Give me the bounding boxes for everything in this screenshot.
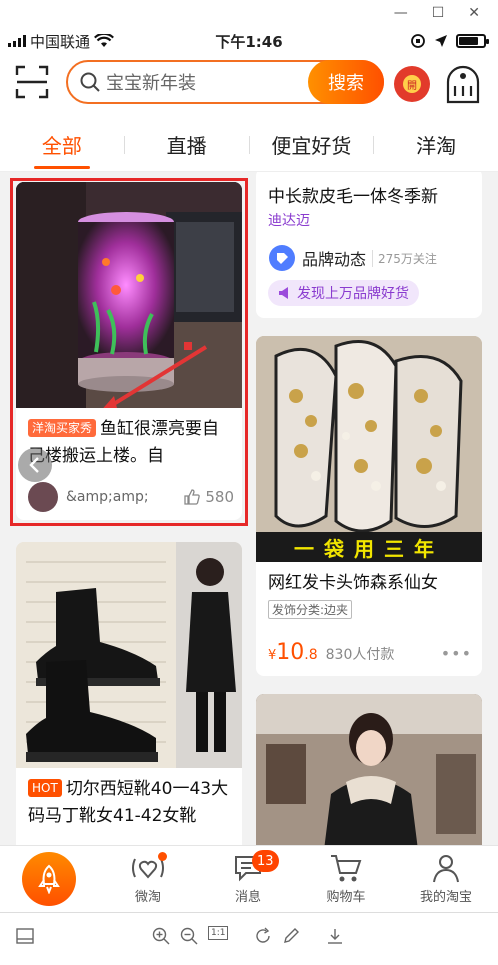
rotate-icon[interactable] xyxy=(254,927,272,945)
tab-cart[interactable]: 购物车 xyxy=(306,850,386,905)
tab-label: 微淘 xyxy=(134,890,161,905)
unread-badge: 13 xyxy=(252,850,279,872)
viewer-toolbar: 1:1 xyxy=(0,912,498,965)
brand-name[interactable]: 迪达迈 xyxy=(268,210,310,230)
tab-my-taobao[interactable]: 我的淘宝 xyxy=(406,850,486,905)
megaphone-icon xyxy=(279,287,288,299)
status-bar: 中国联通 下午1:46 xyxy=(0,26,498,56)
hot-tag: HOT xyxy=(28,779,62,797)
price-integer: 10 xyxy=(276,640,305,665)
bottom-tab-bar: 微淘 13 消息 购物车 我的淘宝 xyxy=(0,845,498,911)
channel-name: 品牌动态 xyxy=(302,250,367,269)
chevron-left-icon xyxy=(29,457,39,473)
feed: 洋淘买家秀 鱼缸很漂亮要自己楼搬运上楼。自 &amp;amp; 580 HOT … xyxy=(0,172,498,847)
boots-photo xyxy=(16,542,242,768)
notification-dot xyxy=(158,852,167,861)
tab-overseas[interactable]: 洋淘 xyxy=(374,118,498,171)
avatar[interactable] xyxy=(28,482,58,512)
tab-bargains[interactable]: 便宜好货 xyxy=(250,118,374,171)
rocket-home-button[interactable] xyxy=(22,852,76,906)
price-decimal: .8 xyxy=(304,647,318,663)
card-title: 网红发卡头饰森系仙女 xyxy=(268,573,438,593)
buyer-count: 830人付款 xyxy=(325,647,395,663)
window-controls: — ☐ ✕ xyxy=(0,0,498,26)
pencil-icon[interactable] xyxy=(282,927,300,945)
red-packet-label: 開 xyxy=(403,75,421,93)
aquarium-photo xyxy=(16,182,242,408)
minimize-icon[interactable]: — xyxy=(394,5,408,21)
search-icon xyxy=(80,72,100,92)
promo-text: 发现上万品牌好货 xyxy=(297,286,409,302)
category-tag: 发饰分类:边夹 xyxy=(268,600,353,619)
search-button[interactable]: 搜索 xyxy=(308,60,384,104)
product-card[interactable]: HOT 切尔西短靴40一43大码马丁靴女41-42女靴 xyxy=(16,542,242,847)
product-card[interactable] xyxy=(256,694,482,847)
actual-size-button[interactable]: 1:1 xyxy=(208,926,229,940)
search-box[interactable]: 宝宝新年装 搜索 xyxy=(66,60,384,104)
price-symbol: ¥ xyxy=(268,648,277,663)
tab-weitao[interactable]: 微淘 xyxy=(108,850,188,905)
brand-tag-icon xyxy=(269,245,295,271)
like-count: 580 xyxy=(205,488,234,506)
message-box-icon[interactable] xyxy=(444,64,482,104)
more-icon[interactable]: ••• xyxy=(441,644,472,663)
maximize-icon[interactable]: ☐ xyxy=(432,5,445,21)
tab-all[interactable]: 全部 xyxy=(0,118,124,171)
price-row: ¥ 10 .8 830人付款 ••• xyxy=(268,640,472,665)
promo-pill[interactable]: 发现上万品牌好货 xyxy=(268,280,419,306)
card-footer: &amp;amp; 580 xyxy=(28,482,234,512)
brand-channel[interactable]: 品牌动态 275万关注 xyxy=(268,244,437,272)
tab-label: 消息 xyxy=(234,890,261,905)
screen: — ☐ ✕ 中国联通 下午1:46 宝宝新年装 搜索 開 全部 直播 便宜好货 … xyxy=(0,0,498,965)
cart-icon xyxy=(331,855,362,882)
scan-icon[interactable] xyxy=(14,64,50,100)
zoom-out-icon[interactable] xyxy=(180,927,198,945)
jacket-photo xyxy=(256,694,482,847)
card-title: 中长款皮毛一体冬季新 xyxy=(268,187,438,207)
brand-card[interactable]: 中长款皮毛一体冬季新 迪达迈 品牌动态 275万关注 发现上万品牌好货 xyxy=(256,172,482,318)
tab-label: 购物车 xyxy=(326,890,366,905)
battery-icon xyxy=(456,34,489,48)
tab-live[interactable]: 直播 xyxy=(125,118,249,171)
red-packet-icon[interactable]: 開 xyxy=(394,66,430,102)
tab-label: 我的淘宝 xyxy=(419,890,472,905)
download-icon[interactable] xyxy=(326,927,344,945)
back-float-button[interactable] xyxy=(18,448,52,482)
image-overlay-text: 一袋用三年 xyxy=(294,536,444,561)
zoom-in-icon[interactable] xyxy=(152,927,170,945)
rotation-lock-icon xyxy=(411,34,425,48)
tab-messages[interactable]: 13 消息 xyxy=(208,850,288,905)
thumbnail-icon[interactable] xyxy=(16,927,34,945)
search-header: 宝宝新年装 搜索 開 xyxy=(0,58,498,110)
thumbs-up-icon[interactable] xyxy=(183,488,201,506)
username: &amp;amp; xyxy=(66,489,149,505)
hair-clips-photo: 一袋用三年 xyxy=(256,336,482,562)
buyer-show-tag: 洋淘买家秀 xyxy=(28,419,97,437)
user-icon xyxy=(433,855,459,883)
category-tabs: 全部 直播 便宜好货 洋淘 xyxy=(0,118,498,172)
close-icon[interactable]: ✕ xyxy=(468,5,480,21)
follower-count: 275万关注 xyxy=(372,249,437,267)
card-title: HOT 切尔西短靴40一43大码马丁靴女41-42女靴 xyxy=(28,776,234,832)
product-card[interactable]: 一袋用三年 网红发卡头饰森系仙女 发饰分类:边夹 ¥ 10 .8 830人付款 … xyxy=(256,336,482,676)
rocket-icon xyxy=(38,864,60,894)
card-title: 洋淘买家秀 鱼缸很漂亮要自己楼搬运上楼。自 xyxy=(28,416,234,472)
location-icon xyxy=(435,35,447,47)
